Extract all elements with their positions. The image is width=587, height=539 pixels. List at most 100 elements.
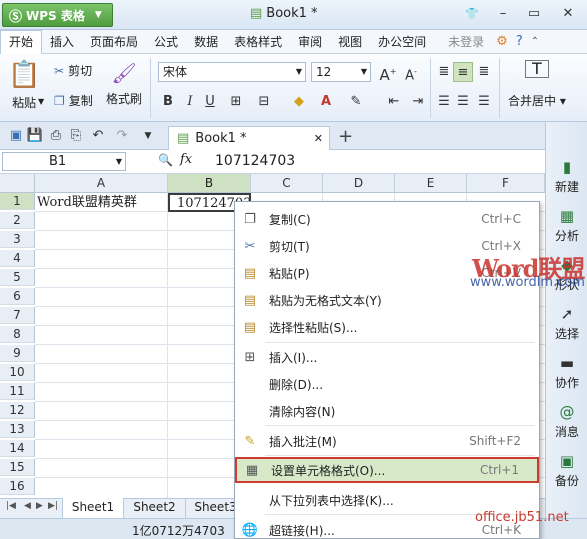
sheet-tab[interactable]: Sheet2 [124, 498, 186, 518]
align-bottom-icon[interactable]: ≣ [474, 62, 494, 82]
row-header[interactable]: 10 [0, 364, 35, 381]
tab-view[interactable]: 视图 [330, 31, 370, 53]
menu-item-insert[interactable]: ⊞ 插入(I)... [235, 344, 539, 370]
menu-item-paste-plain[interactable]: ▤ 粘贴为无格式文本(Y) [235, 287, 539, 313]
prev-sheet-icon[interactable]: ◀ [24, 501, 31, 511]
formula-input[interactable]: 107124703 [215, 152, 295, 171]
first-sheet-icon[interactable]: |◀ [6, 501, 16, 511]
redo-icon[interactable]: ↷ [112, 126, 132, 146]
skin-button[interactable]: 👕 [462, 4, 482, 24]
side-select-button[interactable]: ➚ 选择 [546, 305, 587, 342]
tab-page-layout[interactable]: 页面布局 [82, 31, 146, 53]
copy-button[interactable]: ❐ 复制 [54, 92, 93, 109]
increase-font-icon[interactable]: A+ [378, 62, 398, 84]
align-right-icon[interactable]: ☰ [474, 92, 494, 112]
select-all-corner[interactable] [0, 174, 35, 193]
row-header[interactable]: 1 [0, 193, 35, 210]
tab-insert[interactable]: 插入 [42, 31, 82, 53]
menu-item-delete[interactable]: 删除(D)... [235, 371, 539, 397]
minimize-button[interactable]: – [493, 4, 513, 24]
merge-center-button[interactable]: T 合并居中 ▾ [508, 60, 566, 109]
row-header[interactable]: 13 [0, 421, 35, 438]
row-header[interactable]: 11 [0, 383, 35, 400]
close-button[interactable]: ✕ [558, 4, 578, 24]
menu-item-insert-comment[interactable]: ✎ 插入批注(M) Shift+F2 [235, 428, 539, 454]
column-header[interactable]: A [35, 174, 168, 193]
save-icon[interactable]: 💾 [25, 126, 45, 146]
indent-decrease-icon[interactable]: ⇤ [384, 92, 404, 112]
paste-button[interactable]: 📋 粘贴 [8, 60, 40, 111]
document-tab[interactable]: ▤ Book1 * ✕ [168, 126, 330, 150]
new-tab-icon[interactable]: + [338, 126, 353, 147]
undo-icon[interactable]: ↶ [88, 126, 108, 146]
row-header[interactable]: 12 [0, 402, 35, 419]
tab-home[interactable]: 开始 [0, 29, 43, 54]
row-header[interactable]: 3 [0, 231, 35, 248]
align-top-icon[interactable]: ≣ [434, 62, 454, 82]
sheet-tab-active[interactable]: Sheet1 [62, 498, 124, 518]
new-file-icon[interactable]: ▣ [6, 126, 26, 146]
side-analyze-button[interactable]: ▦ 分析 [546, 207, 587, 244]
menu-item-format-cells[interactable]: ▦ 设置单元格格式(O)... Ctrl+1 [235, 457, 539, 483]
menu-item-copy[interactable]: ❐ 复制(C) Ctrl+C [235, 206, 539, 232]
row-header[interactable]: 16 [0, 478, 35, 495]
bold-button[interactable]: B [158, 92, 178, 112]
format-painter-button[interactable]: 🖌 格式刷 [106, 60, 142, 107]
tab-review[interactable]: 审阅 [290, 31, 330, 53]
font-size-select[interactable]: 12 ▼ [311, 62, 371, 82]
tab-table-style[interactable]: 表格样式 [226, 31, 290, 53]
column-header[interactable]: D [323, 174, 395, 193]
column-header[interactable]: C [251, 174, 323, 193]
app-menu-button[interactable]: Ⓢ WPS 表格 ▼ [2, 3, 113, 27]
row-header[interactable]: 15 [0, 459, 35, 476]
settings-icon[interactable]: ⚙ [496, 34, 508, 49]
borders-icon[interactable]: ⊞ [226, 92, 246, 112]
close-tab-icon[interactable]: ✕ [314, 132, 323, 145]
cell-a1[interactable]: Word联盟精英群 [37, 194, 167, 211]
row-header[interactable]: 8 [0, 326, 35, 343]
name-box[interactable]: B1 ▼ [2, 152, 126, 171]
font-color-icon[interactable]: A [316, 92, 336, 112]
column-header[interactable]: E [395, 174, 467, 193]
align-left-icon[interactable]: ☰ [434, 92, 454, 112]
fx-button[interactable]: fx [180, 152, 192, 167]
tab-office-space[interactable]: 办公空间 [370, 31, 434, 53]
indent-increase-icon[interactable]: ⇥ [408, 92, 428, 112]
menu-item-clear[interactable]: 清除内容(N) [235, 398, 539, 424]
ribbon-collapse-icon[interactable]: ⌃ [531, 36, 539, 47]
row-header[interactable]: 9 [0, 345, 35, 362]
cut-button[interactable]: ✂ 剪切 [54, 62, 92, 79]
align-center-icon[interactable]: ☰ [453, 92, 473, 112]
cell-style-icon[interactable]: ⊟ [254, 92, 274, 112]
underline-button[interactable]: U [200, 92, 220, 112]
login-status[interactable]: 未登录 [440, 31, 492, 53]
menu-item-paste-special[interactable]: ▤ 选择性粘贴(S)... [235, 314, 539, 340]
row-header[interactable]: 14 [0, 440, 35, 457]
last-sheet-icon[interactable]: ▶| [48, 501, 58, 511]
row-header[interactable]: 5 [0, 269, 35, 286]
restore-button[interactable]: ▭ [524, 4, 544, 24]
font-name-select[interactable]: 宋体 ▼ [158, 62, 306, 82]
italic-button[interactable]: I [180, 92, 200, 112]
tab-formulas[interactable]: 公式 [146, 31, 186, 53]
paste-dropdown-icon[interactable]: ▼ [38, 97, 44, 106]
help-icon[interactable]: ? [516, 34, 523, 49]
side-new-button[interactable]: ▮ 新建 [546, 158, 587, 195]
row-header[interactable]: 6 [0, 288, 35, 305]
quick-access-dropdown-icon[interactable]: ▼ [138, 126, 158, 146]
side-collab-button[interactable]: ▬ 协作 [546, 354, 587, 391]
fill-color-icon[interactable]: ◆ [289, 92, 309, 112]
zoom-icon[interactable]: 🔍 [158, 153, 173, 167]
next-sheet-icon[interactable]: ▶ [36, 501, 43, 511]
side-message-button[interactable]: @ 消息 [546, 403, 587, 440]
row-header[interactable]: 2 [0, 212, 35, 229]
side-backup-button[interactable]: ▣ 备份 [546, 452, 587, 489]
decrease-font-icon[interactable]: A- [401, 62, 421, 83]
row-header[interactable]: 4 [0, 250, 35, 267]
clear-format-icon[interactable]: ✎ [346, 92, 366, 112]
column-header[interactable]: F [467, 174, 545, 193]
align-middle-icon[interactable]: ≡ [453, 62, 473, 82]
column-header[interactable]: B [168, 174, 251, 193]
tab-data[interactable]: 数据 [186, 31, 226, 53]
row-header[interactable]: 7 [0, 307, 35, 324]
